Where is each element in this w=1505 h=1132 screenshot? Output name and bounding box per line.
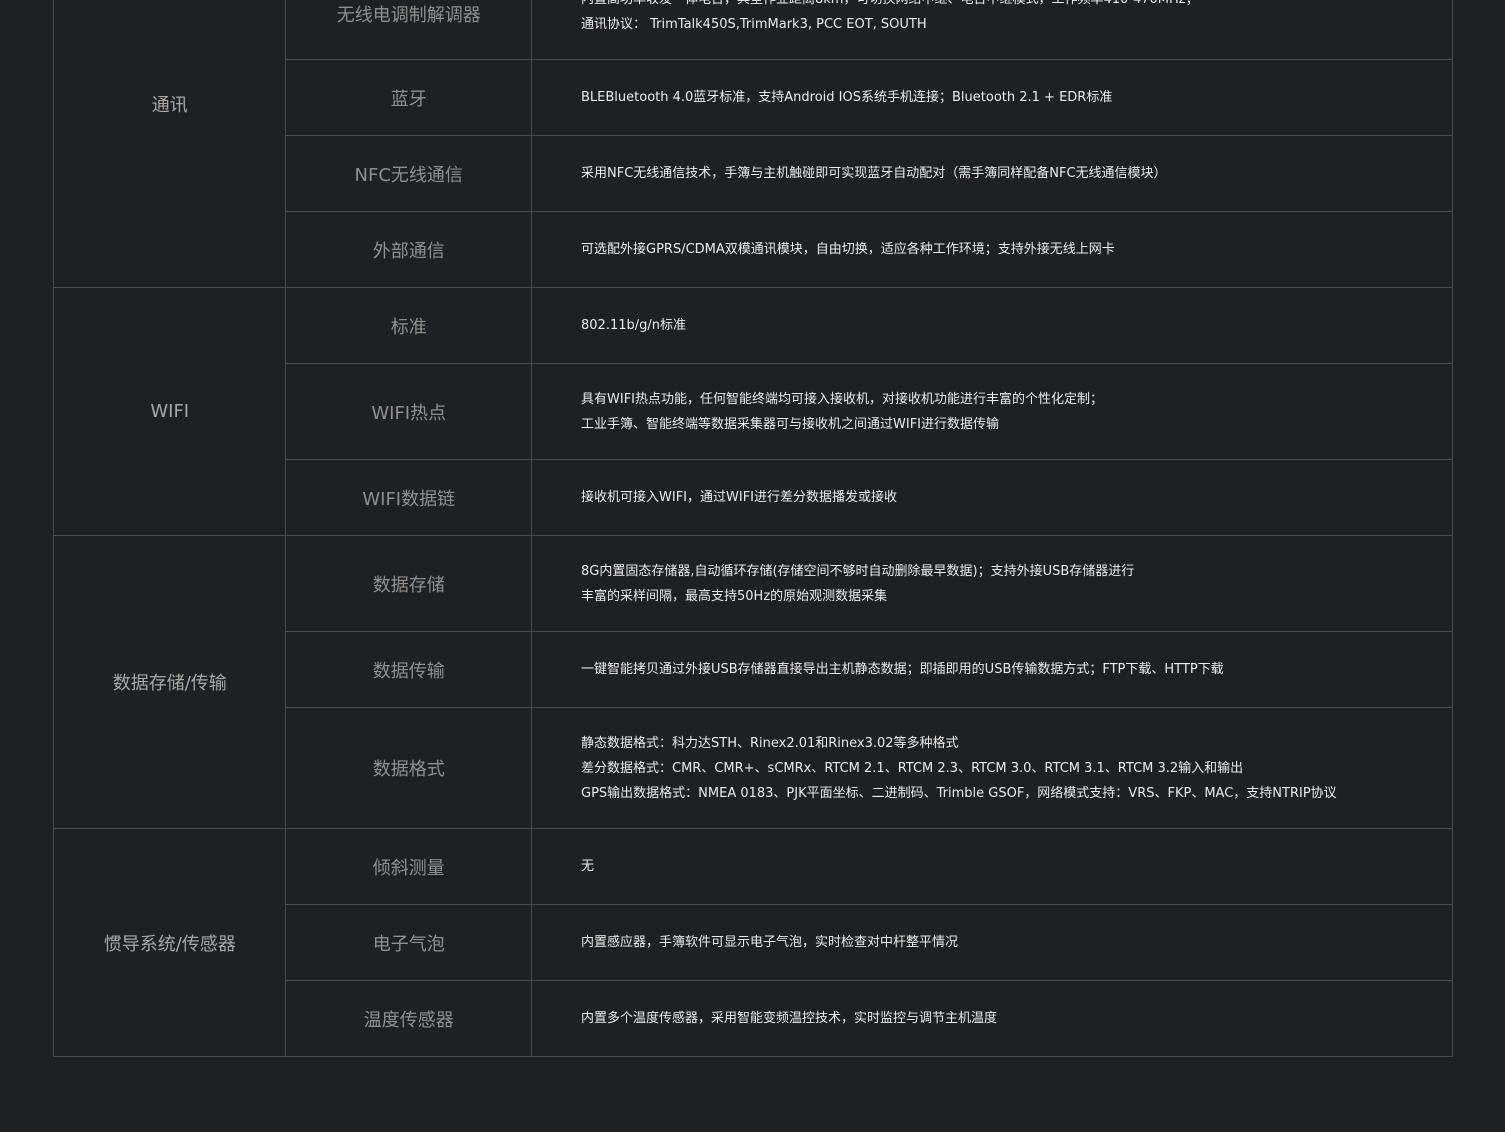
category-cell: 数据存储/传输 xyxy=(52,535,287,829)
description-line: 802.11b/g/n标准 xyxy=(581,318,686,333)
item-cell: WIFI热点 xyxy=(285,363,532,460)
description-cell: BLEBluetooth 4.0蓝牙标准，支持Android IOS系统手机连接… xyxy=(531,59,1453,136)
description-cell: 8G内置固态存储器,自动循环存储(存储空间不够时自动删除最早数据)；支持外接US… xyxy=(531,535,1453,632)
description-line: 采用NFC无线通信技术，手簿与主机触碰即可实现蓝牙自动配对（需手簿同样配备NFC… xyxy=(581,166,1167,181)
description-line: 丰富的采样间隔，最高支持50Hz的原始观测数据采集 xyxy=(581,588,888,604)
item-cell: 外部通信 xyxy=(285,211,532,288)
description-line: 具有WIFI热点功能，任何智能终端均可接入接收机，对接收机功能进行丰富的个性化定… xyxy=(581,391,1104,407)
item-cell: WIFI数据链 xyxy=(285,459,532,536)
item-cell: 数据传输 xyxy=(285,631,532,708)
description-line: 一键智能拷贝通过外接USB存储器直接导出主机静态数据；即插即用的USB传输数据方… xyxy=(581,662,1224,677)
description-cell: 内置高功率收发一体电台，典型作业距离8km，可切换网络中继、电台中继模式，工作频… xyxy=(531,0,1453,60)
description-line: 无 xyxy=(581,859,595,874)
description-line: 可选配外接GPRS/CDMA双模通讯模块，自由切换，适应各种工作环境；支持外接无… xyxy=(581,242,1115,257)
description-cell: 静态数据格式：科力达STH、Rinex2.01和Rinex3.02等多种格式 差… xyxy=(531,707,1453,829)
item-cell: 蓝牙 xyxy=(285,59,532,136)
spec-row: 通讯 无线电调制解调器 内置高功率收发一体电台，典型作业距离8km，可切换网络中… xyxy=(52,0,1453,288)
description-cell: 采用NFC无线通信技术，手簿与主机触碰即可实现蓝牙自动配对（需手簿同样配备NFC… xyxy=(531,135,1453,212)
description-cell: 接收机可接入WIFI，通过WIFI进行差分数据播发或接收 xyxy=(531,459,1453,536)
item-cell: 数据存储 xyxy=(285,535,532,632)
description-line: GPS输出数据格式：NMEA 0183、PJK平面坐标、二进制码、Trimble… xyxy=(581,785,1337,801)
description-line: 静态数据格式：科力达STH、Rinex2.01和Rinex3.02等多种格式 xyxy=(581,735,959,751)
item-cell: 倾斜测量 xyxy=(285,828,532,905)
item-cell: 数据格式 xyxy=(285,707,532,829)
description-line: 内置感应器，手簿软件可显示电子气泡，实时检查对中杆整平情况 xyxy=(581,935,959,950)
category-cell: 通讯 xyxy=(52,0,287,288)
description-line: 内置多个温度传感器，采用智能变频温控技术，实时监控与调节主机温度 xyxy=(581,1011,998,1026)
spec-table: 通讯 无线电调制解调器 内置高功率收发一体电台，典型作业距离8km，可切换网络中… xyxy=(52,0,1453,1057)
description-cell: 802.11b/g/n标准 xyxy=(531,287,1453,364)
item-cell: NFC无线通信 xyxy=(285,135,532,212)
spec-row: 数据存储/传输 数据存储 8G内置固态存储器,自动循环存储(存储空间不够时自动删… xyxy=(52,535,1453,829)
category-cell: WIFI xyxy=(52,287,287,536)
description-line: 差分数据格式：CMR、CMR+、sCMRx、RTCM 2.1、RTCM 2.3、… xyxy=(581,760,1244,776)
description-line: 8G内置固态存储器,自动循环存储(存储空间不够时自动删除最早数据)；支持外接US… xyxy=(581,563,1135,579)
description-cell: 一键智能拷贝通过外接USB存储器直接导出主机静态数据；即插即用的USB传输数据方… xyxy=(531,631,1453,708)
spec-row: WIFI 标准 802.11b/g/n标准 xyxy=(52,287,1453,536)
item-cell: 标准 xyxy=(285,287,532,364)
description-cell: 无 xyxy=(531,828,1453,905)
description-line: 接收机可接入WIFI，通过WIFI进行差分数据播发或接收 xyxy=(581,490,897,505)
description-cell: 内置感应器，手簿软件可显示电子气泡，实时检查对中杆整平情况 xyxy=(531,904,1453,981)
item-cell: 无线电调制解调器 xyxy=(285,0,532,60)
description-line: 通讯协议： TrimTalk450S,TrimMark3, PCC EOT, S… xyxy=(581,17,927,32)
description-cell: 具有WIFI热点功能，任何智能终端均可接入接收机，对接收机功能进行丰富的个性化定… xyxy=(531,363,1453,460)
description-line: BLEBluetooth 4.0蓝牙标准，支持Android IOS系统手机连接… xyxy=(581,90,1113,105)
description-cell: 可选配外接GPRS/CDMA双模通讯模块，自由切换，适应各种工作环境；支持外接无… xyxy=(531,211,1453,288)
category-cell: 惯导系统/传感器 xyxy=(52,828,287,1057)
description-line: 工业手簿、智能终端等数据采集器可与接收机之间通过WIFI进行数据传输 xyxy=(581,416,999,432)
spec-row: 惯导系统/传感器 倾斜测量 无 xyxy=(52,828,1453,1057)
item-cell: 电子气泡 xyxy=(285,904,532,981)
description-cell: 内置多个温度传感器，采用智能变频温控技术，实时监控与调节主机温度 xyxy=(531,980,1453,1057)
item-cell: 温度传感器 xyxy=(285,980,532,1057)
description-line: 内置高功率收发一体电台，典型作业距离8km，可切换网络中继、电台中继模式，工作频… xyxy=(581,0,1442,12)
